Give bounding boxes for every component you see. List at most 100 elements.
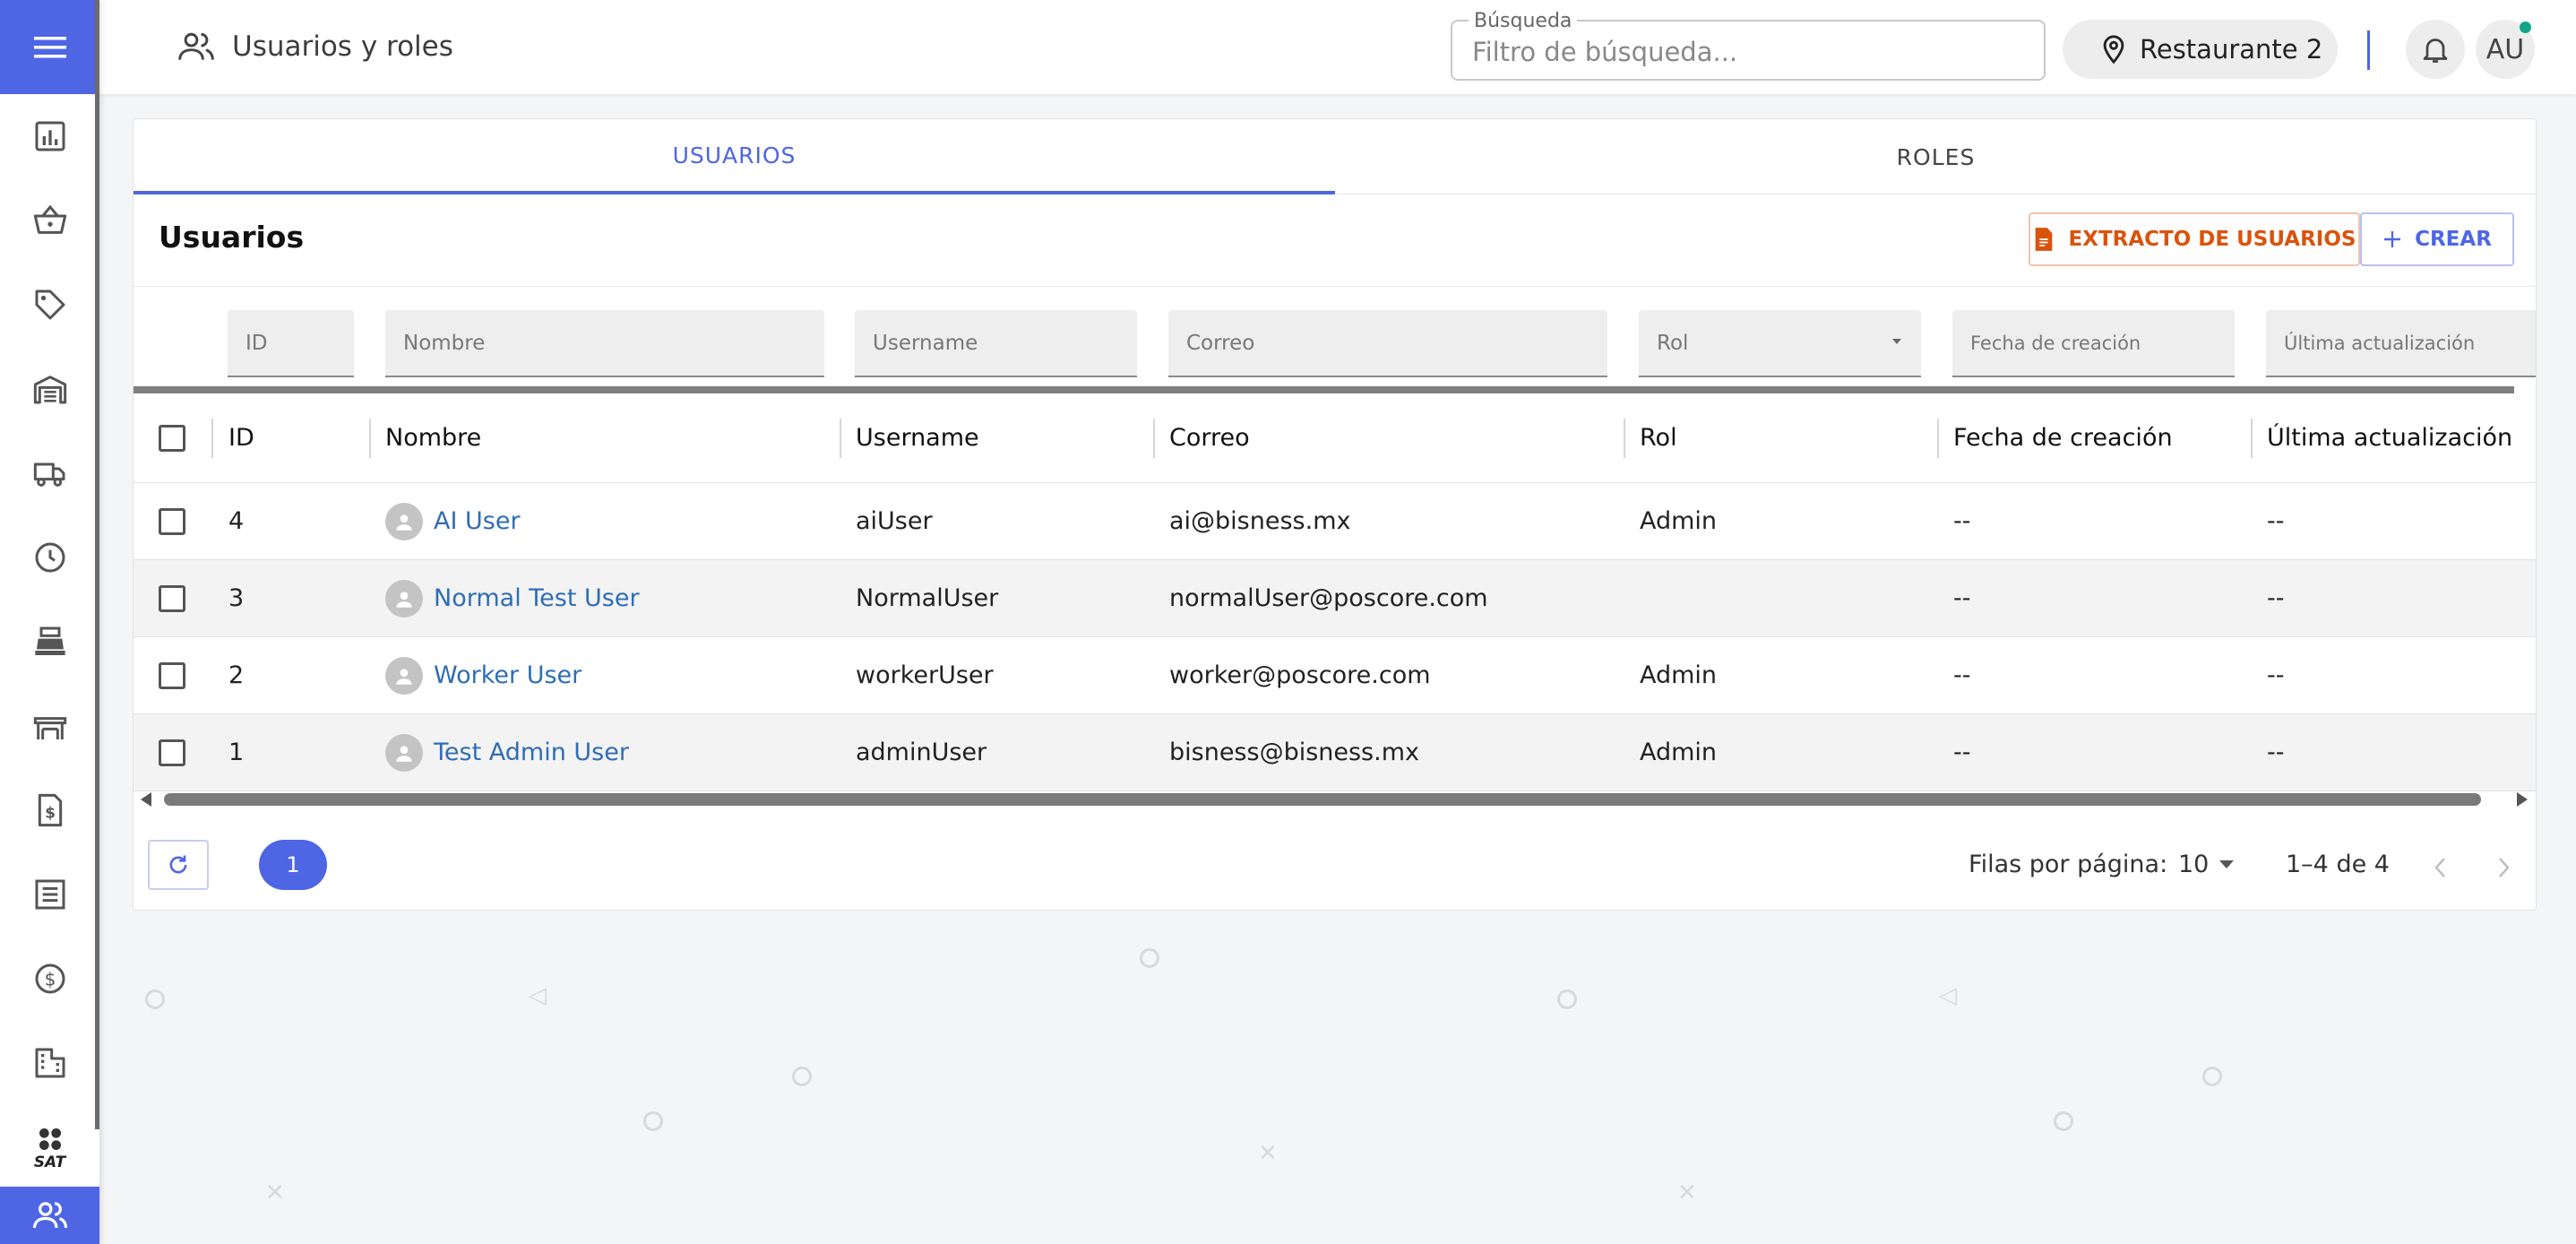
filter-id[interactable]: ID: [228, 310, 354, 377]
scroll-right-arrow-icon[interactable]: [2517, 792, 2528, 807]
page-title: Usuarios y roles: [232, 30, 453, 63]
column-separator[interactable]: [840, 419, 841, 458]
search-field[interactable]: Búsqueda: [1451, 10, 2046, 81]
scrollbar-thumb[interactable]: [164, 793, 2481, 806]
notifications-button[interactable]: [2406, 20, 2465, 79]
sidebar-item-delivery[interactable]: [0, 446, 99, 500]
row-checkbox[interactable]: [159, 507, 185, 535]
sidebar-item-products[interactable]: [0, 278, 99, 332]
user-name-link[interactable]: Normal Test User: [434, 584, 640, 612]
users-card: USUARIOS ROLES Usuarios EXTRACTO DE USUA…: [133, 118, 2537, 911]
building-icon: [35, 1048, 65, 1078]
tab-usuarios[interactable]: USUARIOS: [134, 119, 1335, 194]
sidebar-item-history[interactable]: [0, 531, 99, 584]
cell-nombre: Normal Test User: [385, 560, 640, 636]
sidebar-item-tables[interactable]: [0, 699, 99, 753]
create-user-label: CREAR: [2415, 228, 2492, 251]
column-header-correo[interactable]: Correo: [1169, 393, 1250, 482]
cell-id: 2: [228, 661, 245, 689]
filter-row: ID Nombre Username Correo Rol Fecha de c…: [134, 286, 2536, 393]
filter-correo[interactable]: Correo: [1168, 310, 1607, 377]
sidebar-item-cash-register[interactable]: [0, 615, 99, 669]
cell-id: 3: [228, 584, 245, 612]
select-all-checkbox[interactable]: [159, 424, 185, 452]
basket-icon: [33, 204, 66, 234]
sidebar: $ $ SAT: [0, 0, 99, 1244]
truck-icon: [33, 462, 65, 487]
column-header-username[interactable]: Username: [856, 393, 979, 482]
column-header-nombre[interactable]: Nombre: [385, 393, 481, 482]
rows-per-page-label: Filas por página:: [1969, 851, 2168, 878]
cell-ultima-actualizacion: --: [2267, 739, 2285, 766]
export-users-label: EXTRACTO DE USUARIOS: [2068, 228, 2356, 251]
row-checkbox[interactable]: [159, 584, 185, 612]
filter-ultima-actualizacion[interactable]: Última actualización: [2266, 310, 2536, 377]
previous-page-button[interactable]: [2427, 854, 2454, 881]
location-selector-button[interactable]: Restaurante 2: [2063, 20, 2338, 79]
clock-icon: [35, 542, 65, 573]
sidebar-item-users[interactable]: [0, 1187, 99, 1244]
cell-correo: normalUser@poscore.com: [1169, 584, 1488, 612]
column-header-fecha-creacion[interactable]: Fecha de creación: [1953, 393, 2173, 482]
table-row[interactable]: 1 Test Admin User adminUser bisness@bisn…: [134, 714, 2536, 791]
tab-roles[interactable]: ROLES: [1335, 119, 2536, 194]
background-circle-decoration: [1140, 948, 1159, 968]
sidebar-item-finance[interactable]: $: [0, 952, 99, 1006]
table-row[interactable]: 4 AI User aiUser ai@bisness.mx Admin -- …: [134, 483, 2536, 560]
column-separator[interactable]: [369, 419, 371, 458]
column-separator[interactable]: [2251, 419, 2253, 458]
rows-per-page-select[interactable]: 10: [2178, 851, 2235, 878]
hamburger-icon: [33, 36, 66, 57]
table-row[interactable]: 3 Normal Test User NormalUser normalUser…: [134, 560, 2536, 637]
sidebar-scrollbar[interactable]: [95, 0, 99, 1129]
export-users-button[interactable]: EXTRACTO DE USUARIOS: [2029, 212, 2360, 266]
sidebar-item-warehouse[interactable]: [0, 362, 99, 416]
search-label: Búsqueda: [1469, 10, 1578, 32]
user-name-link[interactable]: AI User: [434, 507, 521, 535]
column-separator[interactable]: [211, 419, 213, 458]
svg-text:$: $: [45, 804, 56, 821]
invoice-dollar-icon: $: [38, 793, 62, 827]
sidebar-item-invoices[interactable]: $: [0, 783, 99, 837]
filter-fecha-creacion[interactable]: Fecha de creación: [1952, 310, 2235, 377]
column-separator[interactable]: [1937, 419, 1939, 458]
next-page-button[interactable]: [2490, 854, 2517, 881]
background-circle-decoration: [643, 1111, 663, 1131]
create-user-button[interactable]: CREAR: [2360, 212, 2514, 266]
cell-correo: ai@bisness.mx: [1169, 507, 1351, 535]
horizontal-scrollbar[interactable]: [134, 788, 2536, 809]
table-row[interactable]: 2 Worker User workerUser worker@poscore.…: [134, 637, 2536, 714]
menu-toggle-button[interactable]: [0, 0, 99, 94]
column-header-ultima-actualizacion[interactable]: Última actualización: [2267, 393, 2512, 482]
table-header-row: ID Nombre Username Correo Rol Fecha de c…: [134, 393, 2536, 483]
background-cross-decoration: ✕: [265, 1179, 285, 1206]
refresh-button[interactable]: [148, 840, 209, 890]
sidebar-item-sales[interactable]: [0, 194, 99, 247]
page-1-button[interactable]: 1: [259, 840, 327, 890]
search-input[interactable]: [1472, 34, 2010, 70]
column-header-rol[interactable]: Rol: [1640, 393, 1677, 482]
user-name-link[interactable]: Worker User: [434, 661, 582, 689]
sidebar-item-sat[interactable]: SAT: [0, 1119, 99, 1178]
cell-correo: worker@poscore.com: [1169, 661, 1431, 689]
cell-fecha-creacion: --: [1953, 507, 1971, 535]
filter-username[interactable]: Username: [855, 310, 1137, 377]
sidebar-item-reports[interactable]: [0, 109, 99, 163]
sidebar-item-lists[interactable]: [0, 868, 99, 921]
user-name-link[interactable]: Test Admin User: [434, 739, 629, 766]
cell-fecha-creacion: --: [1953, 661, 1971, 689]
sidebar-item-companies[interactable]: [0, 1036, 99, 1090]
bar-chart-icon: [35, 121, 65, 151]
users-icon: [32, 1202, 67, 1229]
filter-nombre[interactable]: Nombre: [385, 310, 824, 377]
filter-rol-select[interactable]: Rol: [1639, 310, 1921, 377]
background-triangle-decoration: ◁: [529, 982, 547, 1009]
row-checkbox[interactable]: [159, 661, 185, 689]
column-separator[interactable]: [1624, 419, 1625, 458]
location-label: Restaurante 2: [2140, 34, 2323, 65]
scroll-left-arrow-icon[interactable]: [141, 792, 151, 807]
warehouse-icon: [33, 376, 66, 404]
column-separator[interactable]: [1153, 419, 1155, 458]
row-checkbox[interactable]: [159, 739, 185, 766]
column-header-id[interactable]: ID: [228, 393, 254, 482]
